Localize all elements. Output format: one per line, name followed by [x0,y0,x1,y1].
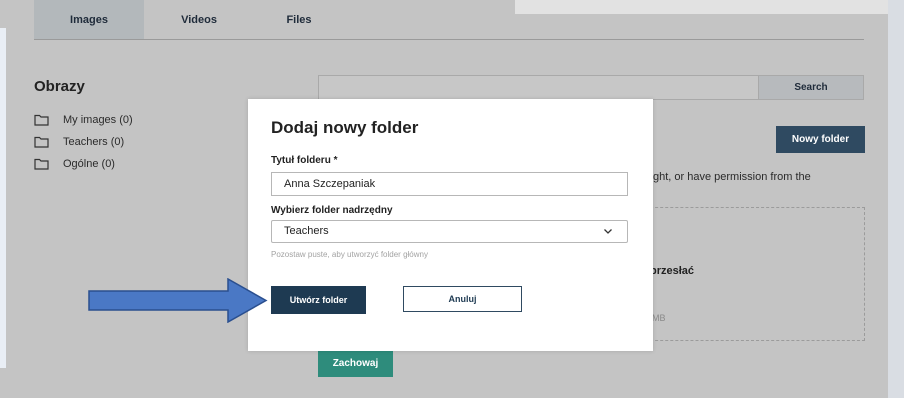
parent-folder-select[interactable]: Teachers [271,220,628,243]
new-folder-modal: Dodaj nowy folder Tytuł folderu * Anna S… [248,99,653,351]
section-title: Obrazy [34,78,85,95]
folder-icon [34,136,49,148]
new-folder-button[interactable]: Nowy folder [776,126,865,153]
parent-folder-value: Teachers [284,225,329,237]
right-edge-strip [888,0,904,398]
folder-label: My images (0) [63,114,133,126]
parent-folder-hint: Pozostaw puste, aby utworzyć folder głów… [271,250,428,259]
folder-icon [34,158,49,170]
folder-title-input[interactable]: Anna Szczepaniak [271,172,628,196]
left-edge-strip [0,28,6,368]
annotation-arrow-icon [88,278,268,323]
parent-folder-label: Wybierz folder nadrzędny [271,205,393,216]
folder-icon [34,114,49,126]
chevron-down-icon [604,229,612,234]
media-tabs: Images Videos Files [34,0,864,40]
create-folder-button[interactable]: Utwórz folder [271,286,366,314]
folder-title-label: Tytuł folderu * [271,155,338,166]
folder-item-teachers[interactable]: Teachers (0) [34,134,124,150]
tab-videos[interactable]: Videos [144,0,254,39]
cancel-button[interactable]: Anuluj [403,286,522,312]
search-input[interactable] [318,75,760,100]
tab-files[interactable]: Files [254,0,344,39]
modal-title: Dodaj nowy folder [271,118,419,137]
tab-images[interactable]: Images [34,0,144,39]
folder-label: Ogólne (0) [63,158,115,170]
folder-label: Teachers (0) [63,136,125,148]
upload-size-hint: MB [652,313,666,323]
search-button[interactable]: Search [758,75,864,100]
folder-item-my-images[interactable]: My images (0) [34,112,133,128]
save-button[interactable]: Zachowaj [318,349,393,377]
upload-label: przesłać [650,265,695,277]
permission-text: ght, or have permission from the [653,171,811,183]
folder-item-ogolne[interactable]: Ogólne (0) [34,156,115,172]
